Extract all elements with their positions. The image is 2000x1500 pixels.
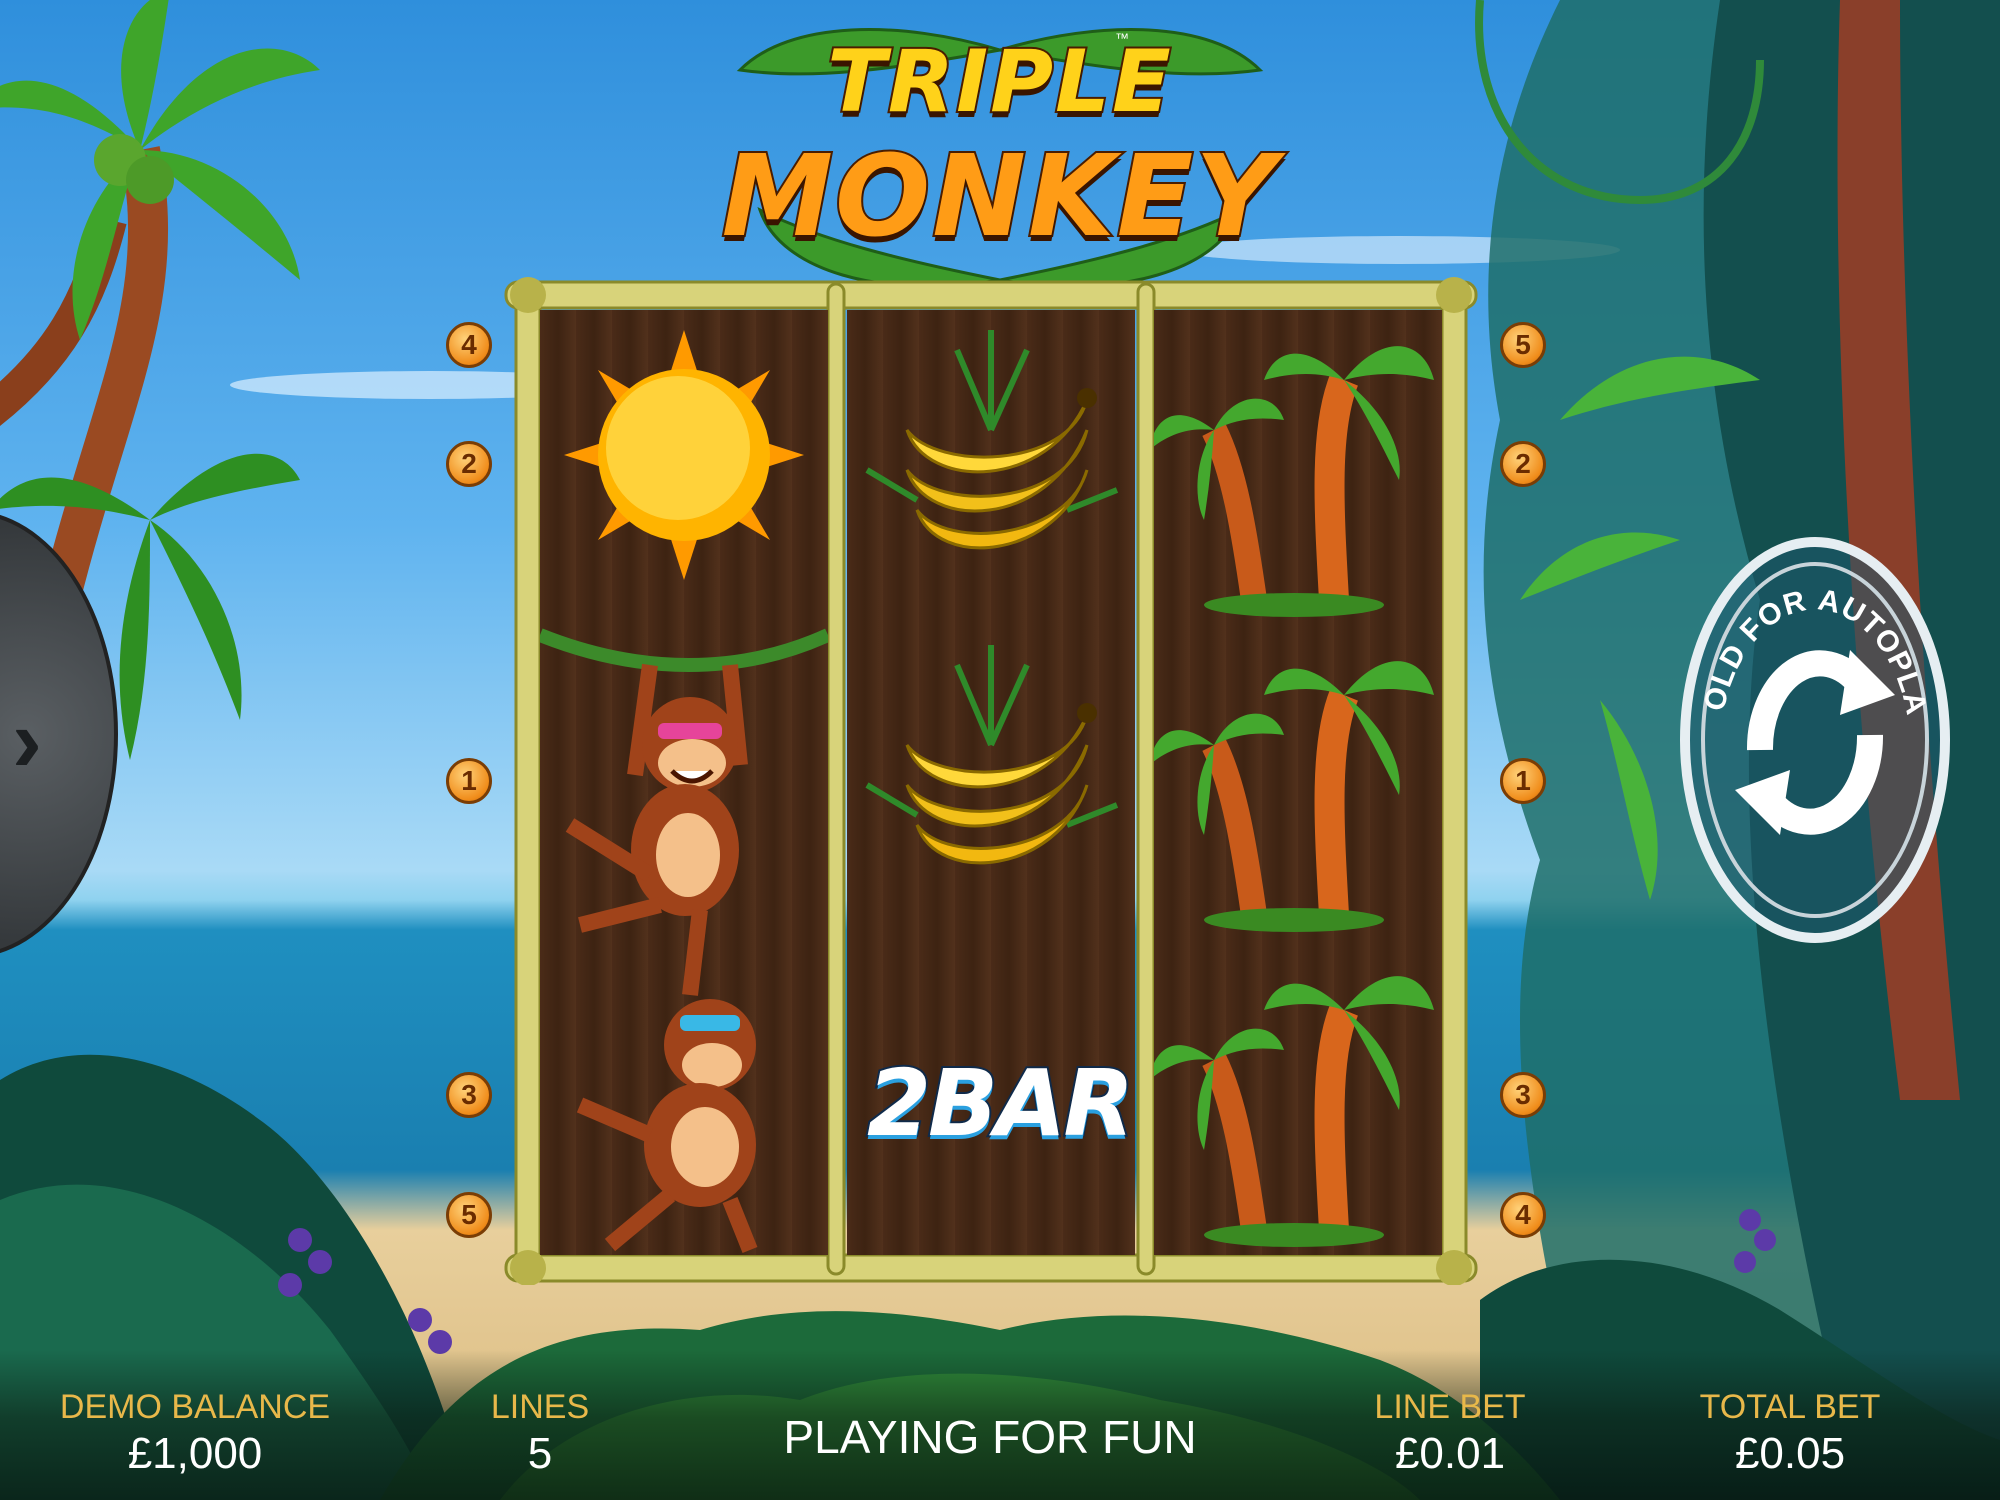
payline-marker[interactable]: 1: [1500, 758, 1546, 804]
symbol-palm-trees: [1149, 940, 1442, 1255]
monkey-icon: [537, 628, 831, 1253]
autoplay-label: HOLD FOR AUTOPLAY: [1680, 535, 1932, 717]
palm-tree-icon: [1149, 661, 1434, 932]
payline-marker[interactable]: 3: [1500, 1072, 1546, 1118]
palm-tree-icon: [1149, 976, 1434, 1247]
symbol-palm-trees: [1149, 310, 1442, 625]
autoplay-label-arc: HOLD FOR AUTOPLAY: [1680, 535, 1933, 717]
game-logo: TRIPLE MONKEY: [700, 10, 1300, 300]
autoplay-button[interactable]: HOLD FOR AUTOPLAY: [1680, 535, 1950, 945]
lines-value[interactable]: 5: [460, 1429, 620, 1479]
symbol-monkeys: [537, 625, 831, 1255]
payline-marker[interactable]: 3: [446, 1072, 492, 1118]
lines-selector[interactable]: LINES 5: [460, 1388, 620, 1479]
logo-title-line1: TRIPLE: [825, 30, 1173, 134]
payline-marker[interactable]: 1: [446, 758, 492, 804]
trademark-symbol: ™: [1115, 30, 1129, 46]
payline-marker[interactable]: 5: [1500, 322, 1546, 368]
total-bet-value: £0.05: [1734, 1429, 1846, 1478]
reel-2: 2BAR: [847, 310, 1136, 1255]
reel-frame: 2BAR: [496, 270, 1486, 1285]
symbol-2bar: 2BAR: [847, 940, 1136, 1255]
2bar-label: 2BAR: [865, 1048, 1136, 1159]
payline-marker[interactable]: 4: [1500, 1192, 1546, 1238]
total-bet: TOTAL BET £0.05: [1680, 1388, 1900, 1479]
symbol-sun: [540, 310, 828, 625]
palm-tree-icon: [1149, 346, 1434, 617]
payline-marker[interactable]: 2: [446, 441, 492, 487]
demo-balance-label: DEMO BALANCE: [59, 1388, 331, 1426]
banana-icon: [865, 645, 1119, 865]
demo-balance: DEMO BALANCE £1,000: [50, 1388, 340, 1479]
symbol-palm-trees: [1149, 625, 1442, 940]
symbol-bananas: [847, 625, 1135, 940]
chevron-right-icon[interactable]: ›: [12, 690, 42, 793]
total-bet-label: TOTAL BET: [1699, 1388, 1881, 1426]
play-mode-message: PLAYING FOR FUN: [783, 1411, 1197, 1463]
logo-title-line2: MONKEY: [720, 130, 1279, 264]
line-bet-selector[interactable]: LINE BET £0.01: [1350, 1388, 1550, 1479]
lines-label: LINES: [490, 1388, 590, 1426]
line-bet-label: LINE BET: [1374, 1388, 1526, 1426]
game-scene: TRIPLE MONKEY ™ 2BAR 4 2 1 3 5 5 2 1 3 4…: [0, 0, 2000, 1500]
reel-3: [1149, 310, 1442, 1255]
payline-marker[interactable]: 4: [446, 322, 492, 368]
line-bet-value[interactable]: £0.01: [1350, 1429, 1550, 1479]
sun-icon: [564, 330, 804, 580]
svg-text:HOLD FOR AUTOPLAY: HOLD FOR AUTOPLAY: [1680, 535, 1933, 717]
banana-icon: [865, 330, 1119, 550]
payline-marker[interactable]: 2: [1500, 441, 1546, 487]
demo-balance-value: £1,000: [127, 1429, 263, 1478]
symbol-bananas: [847, 310, 1135, 625]
reel-1: [537, 310, 831, 1255]
payline-marker[interactable]: 5: [446, 1192, 492, 1238]
